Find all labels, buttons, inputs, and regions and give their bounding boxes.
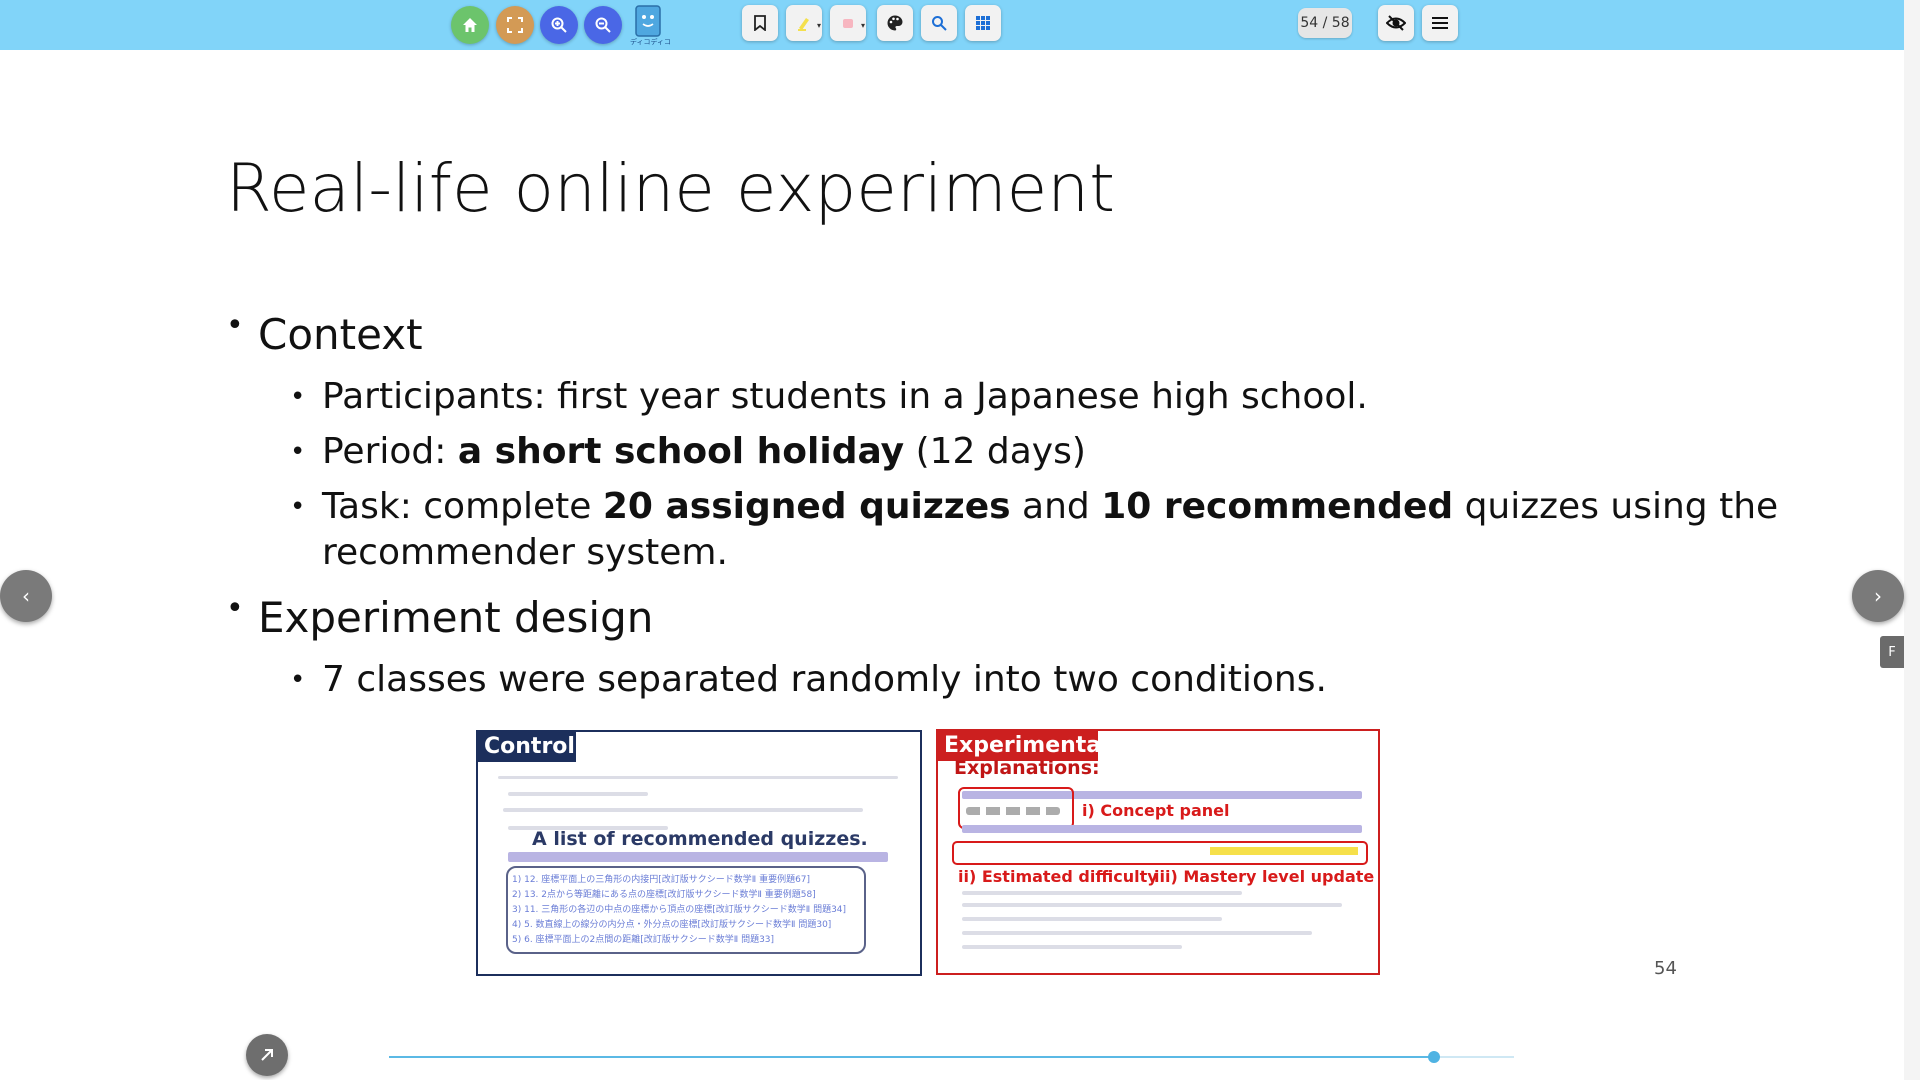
bullet-dot: •	[290, 492, 306, 522]
chevron-left-icon: ‹	[22, 584, 30, 608]
list-item: 2) 13. 2点から等距離にある点の座標[改訂版サクシード数学Ⅱ 重要例題58…	[512, 890, 816, 900]
eye-off-icon	[1386, 15, 1406, 31]
bullet-dot: •	[290, 665, 306, 695]
next-page-button[interactable]: ›	[1852, 570, 1904, 622]
expand-button[interactable]	[246, 1034, 288, 1076]
app-logo: ディコディコ	[630, 4, 672, 46]
page-progress-slider[interactable]	[389, 1051, 1514, 1063]
logo-caption: ディコディコ	[630, 38, 672, 46]
mastery-update-callout: iii) Mastery level update	[1154, 867, 1375, 886]
concept-panel-callout: i) Concept panel	[1082, 801, 1230, 820]
side-panel-tab[interactable]: F	[1880, 636, 1904, 668]
highlighter-button[interactable]: ▾	[786, 5, 822, 41]
control-label: Control	[478, 732, 576, 762]
fullscreen-icon	[507, 17, 523, 33]
control-screenshot: Control A list of recommended quizzes. 1…	[476, 730, 922, 976]
faint-text-line	[962, 891, 1242, 895]
explanations-label: Explanations:	[954, 757, 1100, 779]
palette-icon	[887, 15, 903, 31]
zoom-out-icon	[595, 17, 611, 33]
bookmark-icon	[754, 15, 766, 31]
thumbnails-button[interactable]	[965, 5, 1001, 41]
book-logo-icon	[635, 5, 661, 37]
toolbar: ディコディコ ▾ ▾ 54 / 58	[0, 0, 1920, 50]
faint-text-line	[962, 917, 1222, 921]
menu-icon	[1432, 17, 1448, 29]
bullet-dot: •	[290, 382, 306, 412]
eraser-button[interactable]: ▾	[830, 5, 866, 41]
list-item: 5) 6. 座標平面上の2点間の距離[改訂版サクシード数学Ⅱ 問題33]	[512, 935, 775, 945]
slide-title: Real-life online experiment	[226, 150, 1115, 227]
faint-text-line	[508, 792, 648, 796]
zoom-out-button[interactable]	[584, 6, 622, 44]
concept-chip-row	[966, 807, 1060, 815]
bullet-dot: •	[226, 308, 244, 343]
progress-knob[interactable]	[1428, 1051, 1441, 1063]
list-item: 3) 11. 三角形の各辺の中点の座標から頂点の座標[改訂版サクシード数学Ⅱ 問…	[512, 905, 847, 915]
list-item: 1) 12. 座標平面上の三角形の内接円[改訂版サクシード数学Ⅱ 重要例題67]	[512, 875, 811, 885]
bullet-dot: •	[290, 437, 306, 467]
zoom-in-button[interactable]	[540, 6, 578, 44]
vertical-scrollbar[interactable]	[1904, 0, 1920, 1080]
palette-button[interactable]	[877, 5, 913, 41]
bullet-dot: •	[226, 591, 244, 626]
hide-annotations-button[interactable]	[1378, 5, 1414, 41]
home-button[interactable]	[451, 6, 489, 44]
experimental-screenshot: Experimental Explanations: i) Concept pa…	[936, 729, 1380, 975]
chevron-right-icon: ›	[1874, 584, 1882, 608]
menu-button[interactable]	[1422, 5, 1458, 41]
fullscreen-button[interactable]	[496, 6, 534, 44]
faint-text-line	[962, 903, 1342, 907]
slide-page-number: 54	[1654, 958, 1677, 979]
eraser-icon	[843, 19, 853, 28]
faint-text-line	[503, 808, 863, 812]
faint-header-bar	[962, 825, 1362, 833]
chevron-down-icon: ▾	[816, 21, 821, 30]
highlighter-icon	[798, 18, 809, 31]
zoom-in-icon	[551, 17, 567, 33]
page-counter: 54 / 58	[1298, 8, 1352, 38]
chevron-down-icon: ▾	[860, 21, 865, 30]
grid-icon	[976, 16, 990, 30]
bookmark-button[interactable]	[742, 5, 778, 41]
arrow-up-right-icon	[261, 1049, 273, 1061]
faint-text-line	[962, 945, 1182, 949]
prev-page-button[interactable]: ‹	[0, 570, 52, 622]
recommended-callout: A list of recommended quizzes.	[532, 828, 868, 850]
faint-nav-line	[498, 776, 898, 779]
estimated-difficulty-callout: ii) Estimated difficulty	[958, 867, 1158, 886]
faint-text-line	[962, 931, 1312, 935]
list-item: 4) 5. 数直線上の線分の内分点・外分点の座標[改訂版サクシード数学Ⅱ 問題3…	[512, 920, 832, 930]
mastery-highlight	[1210, 847, 1358, 855]
search-icon	[932, 16, 947, 31]
search-button[interactable]	[921, 5, 957, 41]
progress-fill	[389, 1056, 1435, 1058]
home-icon	[463, 18, 477, 32]
faint-header-bar	[508, 852, 888, 862]
